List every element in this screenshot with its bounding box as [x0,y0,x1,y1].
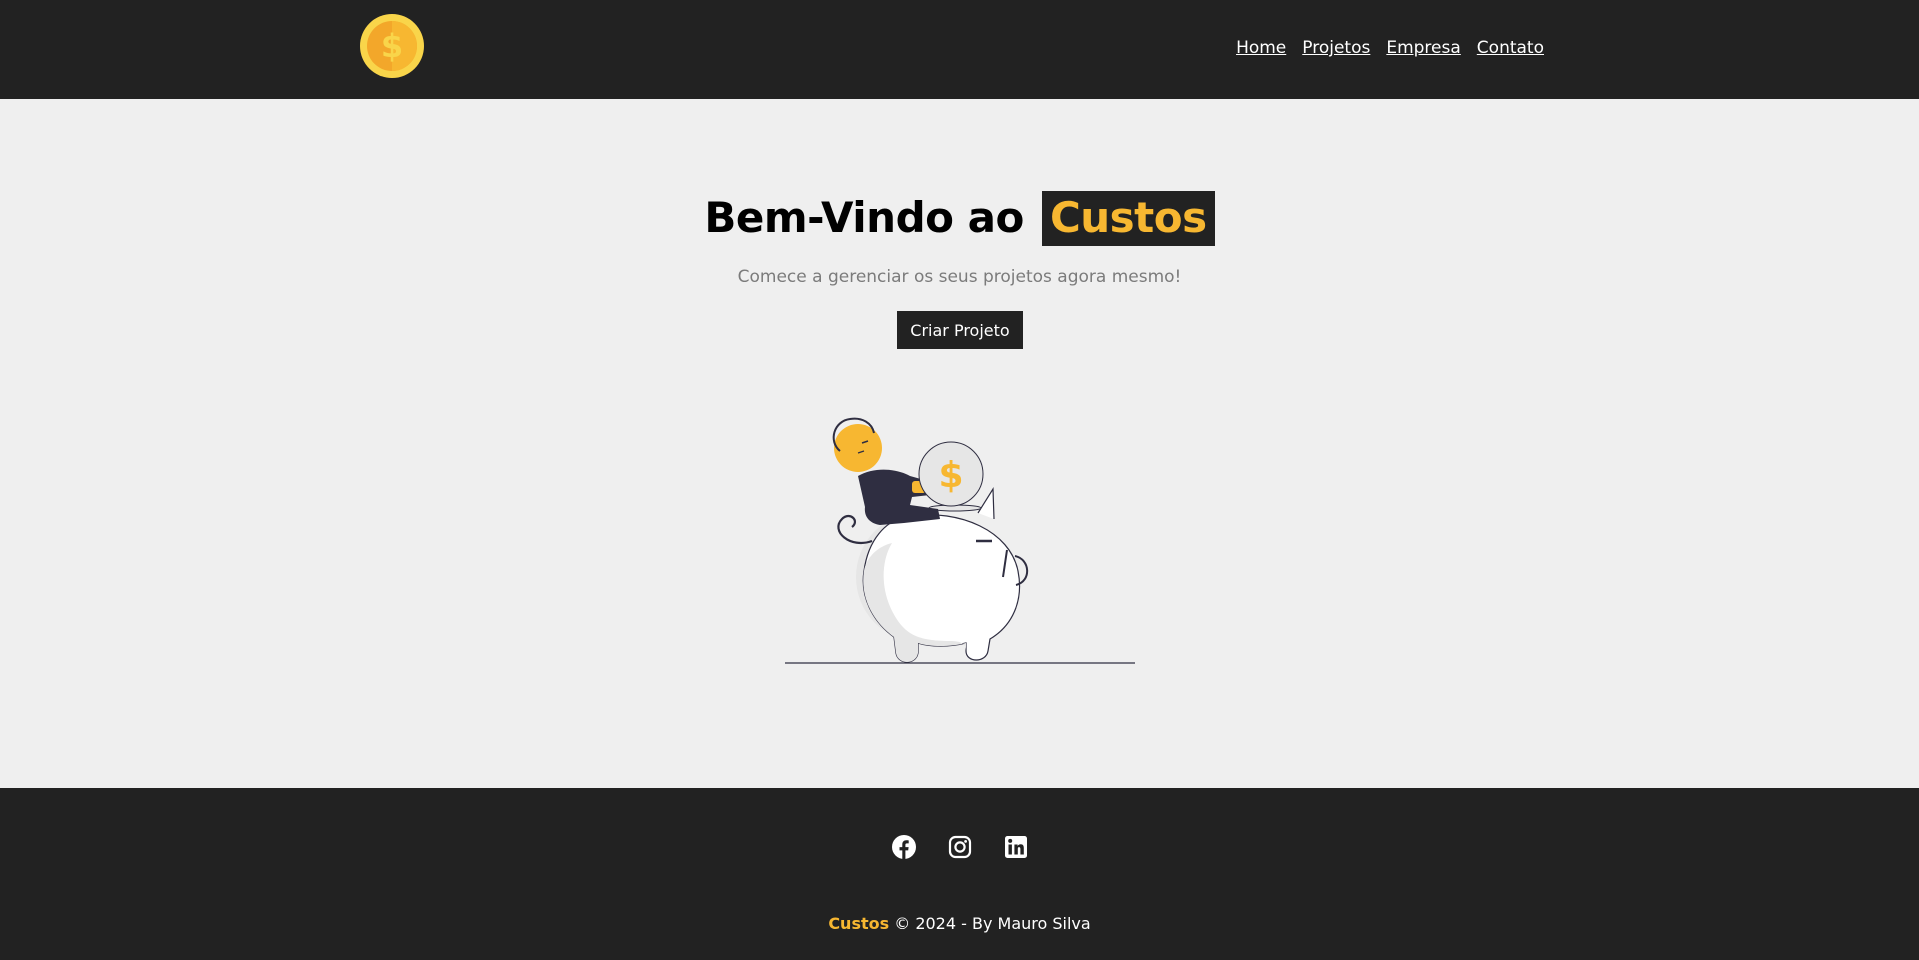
footer-brand: Custos [828,914,890,933]
nav-menu: Home Projetos Empresa Contato [1236,38,1544,58]
facebook-icon[interactable] [891,835,916,859]
nav-item-empresa: Empresa [1386,38,1460,58]
page-title: Bem-Vindo ao Custos [0,191,1919,246]
create-project-button[interactable]: Criar Projeto [897,311,1023,349]
piggy-bank-savings-illustration: $ [785,417,1135,664]
nav-link-home[interactable]: Home [1236,38,1286,58]
nav-link-empresa[interactable]: Empresa [1386,38,1460,58]
social-links [0,835,1919,859]
instagram-icon[interactable] [948,835,972,859]
nav-link-contato[interactable]: Contato [1477,38,1544,58]
nav-item-contato: Contato [1477,38,1544,58]
footer: Custos © 2024 - By Mauro Silva [0,788,1919,960]
logo-dollar-sign: $ [381,27,403,65]
hero-section: Bem-Vindo ao Custos Comece a gerenciar o… [0,99,1919,788]
hero-subtitle: Comece a gerenciar os seus projetos agor… [737,267,1182,287]
nav-item-home: Home [1236,38,1286,58]
linkedin-icon[interactable] [1004,835,1028,859]
title-prefix: Bem-Vindo ao [704,193,1024,242]
coin-dollar-sign: $ [938,455,963,496]
title-brand: Custos [1041,191,1215,246]
nav-link-projetos[interactable]: Projetos [1302,38,1370,58]
dollar-coin-icon[interactable]: $ [359,13,425,79]
nav-item-projetos: Projetos [1302,38,1370,58]
copyright-text: © 2024 - By Mauro Silva [894,914,1091,933]
copyright: Custos © 2024 - By Mauro Silva [0,914,1919,933]
navbar: $ Home Projetos Empresa Contato [0,0,1919,99]
